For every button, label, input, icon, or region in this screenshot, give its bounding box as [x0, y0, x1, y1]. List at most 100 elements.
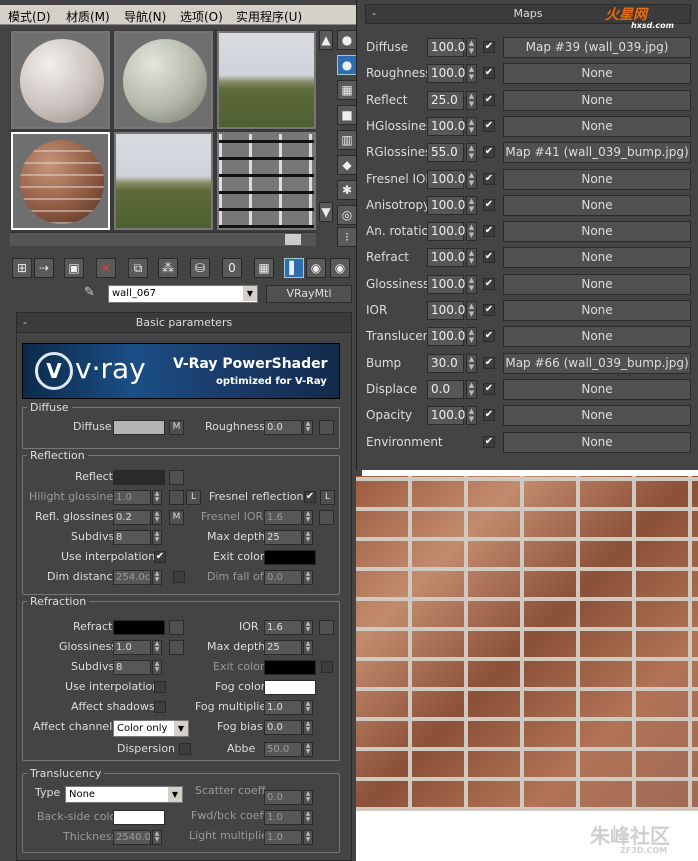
map-enabled-checkbox[interactable]: ✔: [483, 146, 495, 159]
map-amount-spinner[interactable]: ▲ ▼: [466, 248, 477, 268]
uv-tiling-icon[interactable]: ■: [337, 105, 357, 125]
map-amount-field[interactable]: 100.0: [427, 222, 465, 242]
collapse-icon[interactable]: -: [372, 5, 376, 23]
reflect-map-button[interactable]: [169, 470, 184, 485]
roughness-spinner[interactable]: ▲ ▼: [303, 420, 313, 435]
map-enabled-checkbox[interactable]: ✔: [483, 67, 495, 80]
map-enabled-checkbox[interactable]: ✔: [483, 356, 495, 369]
assign-to-selection-icon[interactable]: ▣: [64, 258, 84, 278]
hilight-glossiness-field[interactable]: 1.0: [113, 490, 151, 505]
max-depth-field[interactable]: 25: [264, 640, 302, 655]
map-amount-field[interactable]: 100.0: [427, 301, 465, 320]
refl-glossiness-field[interactable]: 0.2: [113, 510, 151, 525]
map-enabled-checkbox[interactable]: ✔: [483, 304, 495, 316]
map-slot-button[interactable]: Map #39 (wall_039.jpg): [503, 37, 691, 58]
map-amount-spinner[interactable]: ▲ ▼: [466, 143, 477, 163]
scroll-up-icon[interactable]: ▲: [319, 30, 333, 50]
eyedropper-icon[interactable]: ✎: [84, 285, 102, 303]
thickness-field[interactable]: 2540.0: [113, 830, 151, 845]
map-amount-spinner[interactable]: ▲ ▼: [466, 38, 477, 57]
back-side-color-swatch[interactable]: [113, 810, 165, 825]
map-amount-spinner[interactable]: ▲ ▼: [466, 406, 477, 426]
checker-background-icon[interactable]: ▦: [337, 80, 357, 100]
map-amount-spinner[interactable]: ▲ ▼: [466, 301, 477, 320]
map-amount-spinner[interactable]: ▲ ▼: [466, 90, 477, 110]
fresnel-ior-spinner[interactable]: ▲ ▼: [303, 510, 313, 525]
roughness-map-button[interactable]: [319, 420, 334, 435]
map-amount-field[interactable]: 25.0: [427, 90, 464, 110]
menu-mode[interactable]: 模式(D): [8, 8, 51, 25]
map-amount-spinner[interactable]: ▲ ▼: [466, 195, 477, 215]
map-slot-button[interactable]: None: [503, 89, 691, 111]
max-depth-field[interactable]: 25: [264, 530, 302, 545]
map-amount-field[interactable]: 30.0: [427, 353, 464, 373]
map-amount-spinner[interactable]: ▲ ▼: [466, 222, 477, 242]
thickness-spinner[interactable]: ▲ ▼: [152, 830, 162, 845]
backlight-icon[interactable]: ●: [337, 55, 357, 75]
map-amount-field[interactable]: 0.0: [427, 379, 464, 399]
hilight-spinner[interactable]: ▲ ▼: [152, 490, 162, 505]
map-enabled-checkbox[interactable]: ✔: [483, 277, 495, 290]
affect-channels-dropdown[interactable]: Color only ▼: [113, 720, 189, 737]
show-end-result-icon[interactable]: ▌: [284, 258, 304, 278]
map-amount-field[interactable]: 100.0: [427, 406, 465, 426]
select-by-material-icon[interactable]: ◎: [337, 205, 357, 225]
map-amount-field[interactable]: 100.0: [427, 274, 465, 294]
material-type-button[interactable]: VRayMtl: [266, 285, 352, 303]
map-amount-field[interactable]: 100.0: [427, 248, 465, 268]
map-slot-button[interactable]: None: [503, 405, 691, 427]
sample-type-icon[interactable]: ●: [337, 30, 357, 50]
exit-color-swatch[interactable]: [264, 660, 316, 675]
hilight-map-button[interactable]: [169, 490, 184, 505]
light-multiplier-field[interactable]: 1.0: [264, 830, 302, 845]
fog-bias-field[interactable]: 0.0: [264, 720, 302, 735]
put-to-scene-icon[interactable]: ⇢: [34, 258, 54, 278]
subdivs-spinner[interactable]: ▲ ▼: [152, 660, 162, 675]
reflect-color-swatch[interactable]: [113, 470, 165, 485]
go-to-parent-icon[interactable]: ◉: [306, 258, 326, 278]
map-slot-button[interactable]: None: [503, 431, 691, 453]
use-interpolation-checkbox[interactable]: [154, 681, 166, 693]
map-slot-button[interactable]: Map #41 (wall_039_bump.jpg): [503, 142, 691, 164]
map-enabled-checkbox[interactable]: ✔: [483, 41, 495, 53]
dim-distance-field[interactable]: 254.0c: [113, 570, 151, 585]
map-enabled-checkbox[interactable]: ✔: [483, 330, 495, 343]
reset-map-icon[interactable]: ✕: [96, 258, 116, 278]
use-interpolation-checkbox[interactable]: ✔: [154, 551, 166, 563]
scatter-spinner[interactable]: ▲ ▼: [303, 790, 313, 805]
chevron-down-icon[interactable]: ▼: [174, 721, 188, 736]
dispersion-checkbox[interactable]: [179, 743, 191, 755]
sample-slot[interactable]: [114, 132, 213, 230]
glossiness-spinner[interactable]: ▲ ▼: [152, 640, 162, 655]
fog-color-swatch[interactable]: [264, 680, 316, 695]
glossiness-field[interactable]: 1.0: [113, 640, 151, 655]
options-icon[interactable]: ✱: [337, 180, 357, 200]
map-enabled-checkbox[interactable]: ✔: [483, 119, 495, 132]
map-slot-button[interactable]: None: [503, 378, 691, 400]
menu-options[interactable]: 选项(O): [180, 8, 223, 25]
map-amount-spinner[interactable]: ▲ ▼: [466, 274, 477, 294]
map-slot-button[interactable]: None: [503, 273, 691, 295]
go-forward-sibling-icon[interactable]: ◉: [330, 258, 350, 278]
map-slot-button[interactable]: Map #66 (wall_039_bump.jpg): [503, 352, 691, 374]
subdivs-spinner[interactable]: ▲ ▼: [152, 530, 162, 545]
sample-slot[interactable]: [217, 31, 316, 129]
exit-color-checkbox[interactable]: [321, 661, 333, 673]
scatter-coeff-field[interactable]: 0.0: [264, 790, 302, 805]
map-amount-spinner[interactable]: ▲ ▼: [466, 169, 477, 189]
diffuse-color-swatch[interactable]: [113, 420, 165, 435]
map-enabled-checkbox[interactable]: ✔: [483, 435, 495, 448]
material-name-field[interactable]: wall_067 ▼: [108, 285, 258, 303]
refl-gloss-spinner[interactable]: ▲ ▼: [152, 510, 162, 525]
material-effects-channel-icon[interactable]: 0: [222, 258, 242, 278]
abbe-spinner[interactable]: ▲ ▼: [303, 742, 313, 757]
refl-gloss-map-button[interactable]: M: [169, 510, 184, 525]
affect-shadows-checkbox[interactable]: [154, 701, 166, 713]
map-amount-field[interactable]: 100.0: [427, 64, 465, 84]
sample-slot[interactable]: [217, 132, 316, 230]
put-to-library-icon[interactable]: ⛁: [190, 258, 210, 278]
map-enabled-checkbox[interactable]: ✔: [483, 251, 495, 264]
map-enabled-checkbox[interactable]: ✔: [483, 382, 495, 395]
diffuse-map-button[interactable]: M: [169, 420, 184, 435]
get-material-icon[interactable]: ⊞: [12, 258, 32, 278]
